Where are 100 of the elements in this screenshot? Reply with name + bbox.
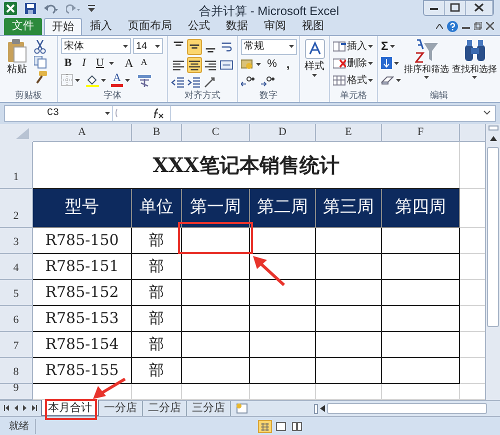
row-header[interactable]: 2 bbox=[0, 188, 33, 228]
insert-sheet-icon[interactable] bbox=[234, 402, 250, 414]
cells-menu-button[interactable]: 插入 bbox=[333, 38, 373, 54]
copy-icon[interactable] bbox=[34, 56, 48, 69]
caret-icon[interactable] bbox=[256, 62, 261, 66]
row-header[interactable]: 8 bbox=[0, 358, 33, 384]
decrease-decimal-icon[interactable] bbox=[261, 75, 275, 88]
scroll-left-icon[interactable] bbox=[320, 405, 325, 412]
caret-icon[interactable] bbox=[105, 112, 110, 115]
ribbon-tab[interactable]: 开始 bbox=[44, 18, 82, 35]
close-icon[interactable] bbox=[486, 22, 494, 30]
column-header[interactable]: A bbox=[33, 124, 132, 142]
ribbon-tab[interactable]: 公式 bbox=[180, 18, 218, 35]
row-header[interactable]: 4 bbox=[0, 254, 33, 280]
ribbon-tab[interactable]: 插入 bbox=[82, 18, 120, 35]
cells-menu-button[interactable]: 删除 bbox=[333, 56, 373, 71]
column-header[interactable]: B bbox=[132, 124, 182, 142]
collapse-ribbon-icon[interactable] bbox=[436, 24, 443, 29]
ribbon-tab[interactable]: 视图 bbox=[294, 18, 332, 35]
caret-icon[interactable] bbox=[101, 78, 106, 82]
restore-icon[interactable] bbox=[474, 22, 482, 30]
caret-icon[interactable] bbox=[155, 44, 160, 48]
help-icon[interactable] bbox=[447, 20, 458, 32]
font-size-dropdown[interactable]: 14 bbox=[133, 38, 163, 54]
ribbon-tab[interactable]: 文件 bbox=[4, 18, 42, 35]
insert-function-icon[interactable] bbox=[152, 108, 164, 119]
caret-icon[interactable] bbox=[123, 44, 128, 48]
ribbon-tab[interactable]: 数据 bbox=[218, 18, 256, 35]
format-painter-icon[interactable] bbox=[34, 70, 48, 84]
comma-button[interactable]: , bbox=[283, 55, 293, 74]
next-sheet-icon[interactable] bbox=[22, 405, 28, 412]
caret-icon[interactable] bbox=[125, 78, 130, 82]
normal-view-icon[interactable] bbox=[258, 420, 272, 433]
cut-icon[interactable] bbox=[34, 40, 48, 54]
split-handle-icon[interactable] bbox=[488, 124, 498, 131]
font-color-button[interactable]: A bbox=[111, 73, 123, 88]
decrease-indent-icon[interactable] bbox=[171, 74, 186, 89]
row-header[interactable]: 9 bbox=[0, 384, 33, 400]
scroll-up-icon[interactable] bbox=[490, 136, 496, 141]
caret-icon[interactable] bbox=[390, 44, 396, 48]
column-header[interactable]: E bbox=[316, 124, 382, 142]
caret-icon[interactable] bbox=[289, 45, 294, 48]
fill-down-icon[interactable] bbox=[381, 57, 392, 70]
eraser-icon[interactable] bbox=[381, 75, 394, 86]
autosum-button[interactable]: Σ bbox=[381, 38, 401, 54]
font-name-dropdown[interactable]: 宋体 bbox=[61, 38, 131, 54]
save-icon[interactable] bbox=[25, 3, 36, 14]
middle-align-icon[interactable] bbox=[187, 38, 202, 55]
caret-icon[interactable] bbox=[424, 76, 429, 79]
caret-icon[interactable] bbox=[75, 78, 80, 82]
page-break-view-icon[interactable] bbox=[290, 420, 304, 433]
row-header[interactable]: 6 bbox=[0, 306, 33, 332]
last-sheet-icon[interactable] bbox=[31, 405, 37, 412]
spreadsheet-logo-icon[interactable] bbox=[4, 2, 17, 16]
customize-icon[interactable] bbox=[88, 4, 95, 13]
percent-button[interactable]: % bbox=[266, 56, 278, 72]
previous-sheet-icon[interactable] bbox=[13, 405, 19, 412]
underline-button[interactable]: U bbox=[93, 54, 107, 72]
split-handle-icon[interactable] bbox=[314, 404, 318, 414]
caret-icon[interactable] bbox=[396, 78, 401, 82]
caret-icon[interactable] bbox=[394, 62, 399, 65]
column-header[interactable]: D bbox=[250, 124, 316, 142]
name-box[interactable]: C3 bbox=[5, 106, 113, 121]
phonetic-icon[interactable] bbox=[137, 74, 152, 87]
italic-button[interactable]: I bbox=[77, 54, 91, 72]
row-header[interactable]: 5 bbox=[0, 280, 33, 306]
caret-icon[interactable] bbox=[472, 76, 477, 79]
row-header[interactable]: 7 bbox=[0, 332, 33, 358]
currency-icon[interactable] bbox=[241, 58, 254, 70]
vertical-scrollbar[interactable] bbox=[485, 124, 500, 400]
number-format-dropdown[interactable]: 常规 bbox=[241, 38, 297, 55]
first-sheet-icon[interactable] bbox=[4, 405, 10, 412]
increase-decimal-icon[interactable] bbox=[241, 75, 255, 88]
styles-button[interactable]: 样式 bbox=[303, 38, 326, 89]
scroll-thumb[interactable] bbox=[487, 146, 499, 327]
sort-filter-button[interactable]: 排序和筛选 bbox=[404, 38, 449, 89]
ribbon-tab[interactable]: 页面布局 bbox=[120, 18, 180, 35]
increase-indent-icon[interactable] bbox=[187, 74, 202, 89]
fill-color-icon[interactable] bbox=[86, 74, 99, 87]
cells-menu-button[interactable]: 格式 bbox=[333, 72, 373, 88]
expand-formula-icon[interactable] bbox=[482, 109, 492, 118]
caret-icon[interactable] bbox=[368, 44, 373, 48]
grow-font-button[interactable]: A bbox=[122, 54, 136, 72]
row-header[interactable]: 3 bbox=[0, 228, 33, 254]
column-header[interactable]: C bbox=[182, 124, 250, 142]
column-header[interactable]: F bbox=[382, 124, 460, 142]
shrink-font-button[interactable]: A bbox=[138, 56, 150, 70]
center-icon[interactable] bbox=[187, 56, 202, 73]
bold-button[interactable]: B bbox=[61, 54, 75, 72]
caret-icon[interactable] bbox=[368, 78, 373, 82]
caret-icon[interactable] bbox=[368, 62, 373, 65]
ribbon-tab[interactable]: 审阅 bbox=[256, 18, 294, 35]
find-select-button[interactable]: 查找和选择 bbox=[452, 38, 497, 89]
undo-icon[interactable] bbox=[44, 4, 58, 14]
scroll-thumb[interactable] bbox=[327, 403, 487, 414]
row-header[interactable]: 1 bbox=[0, 142, 33, 189]
caret-icon[interactable] bbox=[109, 62, 114, 65]
page-layout-view-icon[interactable] bbox=[274, 420, 288, 433]
paste-button[interactable]: 粘贴 bbox=[3, 38, 31, 89]
caret-icon[interactable] bbox=[312, 74, 317, 77]
